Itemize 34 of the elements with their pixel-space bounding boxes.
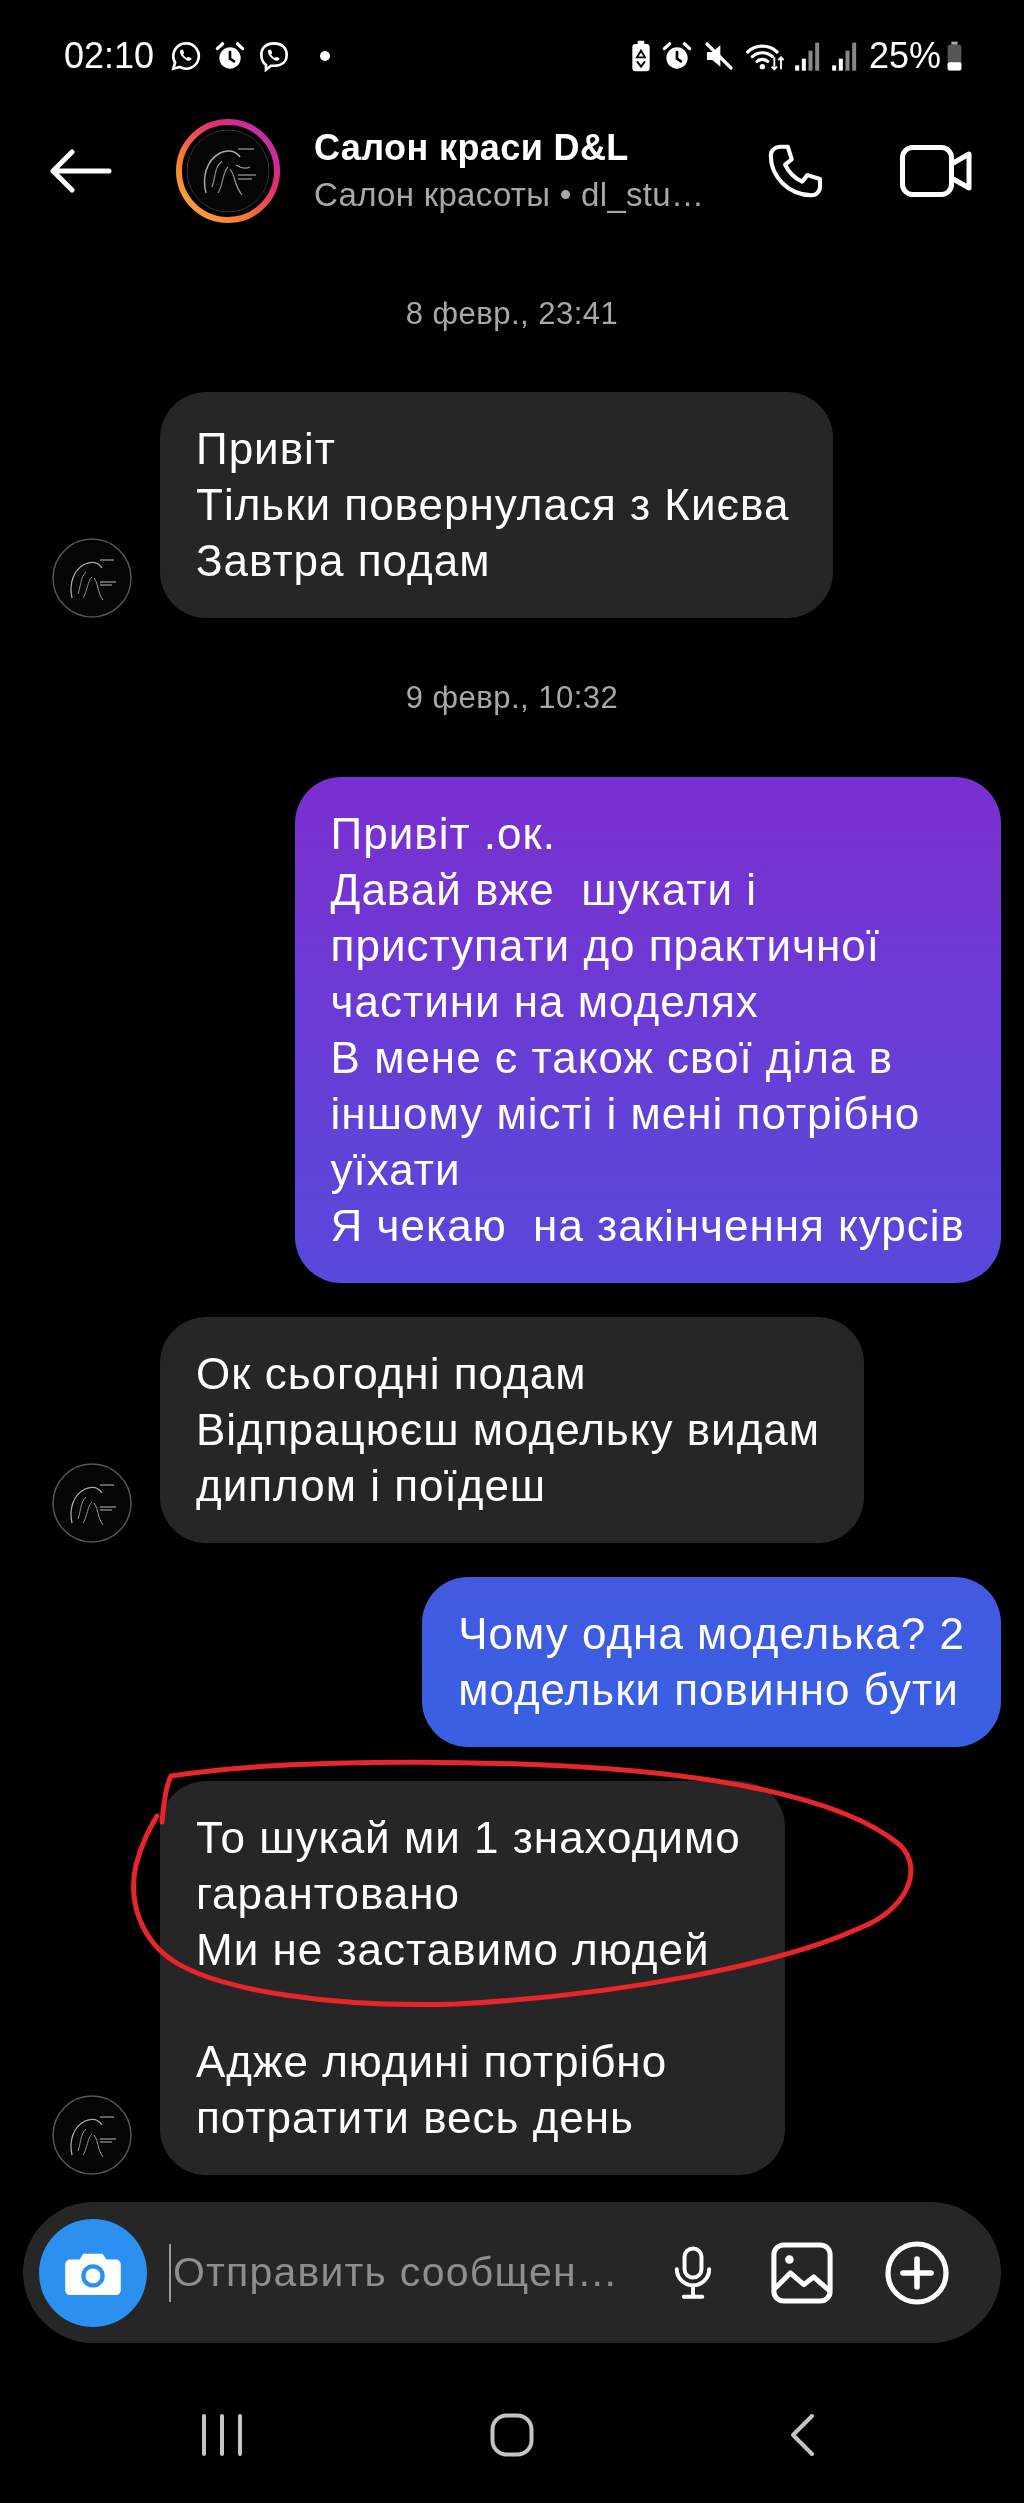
message-bubble: То шукай ми 1 знаходимо гарантовано Ми не заставимо людей Адже людині потрібно потратити весь день: [160, 1781, 785, 2175]
avatar-icon[interactable]: [176, 119, 280, 223]
dot-icon: [320, 51, 331, 61]
chat-title[interactable]: Салон краси D&L: [314, 127, 762, 169]
message-bubble: Привіт Тільки повернулася з Києва Завтра подам: [160, 392, 834, 618]
signal-icon: [794, 40, 822, 72]
phone-bubble-icon: [258, 40, 291, 72]
microphone-icon: [673, 2244, 713, 2301]
gallery-button[interactable]: [771, 2241, 833, 2304]
alarm-icon: [214, 40, 247, 72]
image-icon: [771, 2241, 833, 2304]
voice-button[interactable]: [673, 2244, 713, 2301]
battery-recycle-icon: [630, 40, 651, 72]
battery-percent: 25%: [868, 36, 941, 76]
message-input[interactable]: Отправить сообщен…: [173, 2242, 661, 2303]
timestamp: 8 февр., 23:41: [405, 296, 619, 332]
add-button[interactable]: [885, 2240, 949, 2305]
video-camera-icon: [900, 144, 972, 198]
clock-time: 02:10: [64, 36, 155, 76]
chat-subtitle[interactable]: Салон красоты • dl_stu…: [314, 175, 762, 215]
signal-icon: [831, 40, 859, 72]
timestamp: 9 февр., 10:32: [405, 680, 619, 716]
video-call-button[interactable]: [900, 144, 972, 198]
alarm-icon: [660, 40, 693, 72]
message-bubble: Чому одна моделька? 2 модельки повинно бути: [422, 1577, 1001, 1747]
recent-apps-icon: [200, 2413, 244, 2457]
plus-circle-icon: [885, 2240, 949, 2305]
back-arrow-icon: [48, 149, 112, 193]
home-icon: [490, 2413, 534, 2457]
message-bubble: Ок сьогодні подам Відпрацюєш модельку видам диплом і поїдеш: [160, 1317, 865, 1543]
battery-icon: [947, 41, 962, 71]
back-chevron-icon: [789, 2413, 815, 2457]
message-bubble: Привіт .ок. Давай вже шукати і приступати до практичної частини на моделях В мене є також свої діла в іншому місті і мені потрібно уїхати Я чекаю на закінчення курсів: [294, 777, 1001, 1283]
phone-bubble-icon: [170, 40, 203, 72]
